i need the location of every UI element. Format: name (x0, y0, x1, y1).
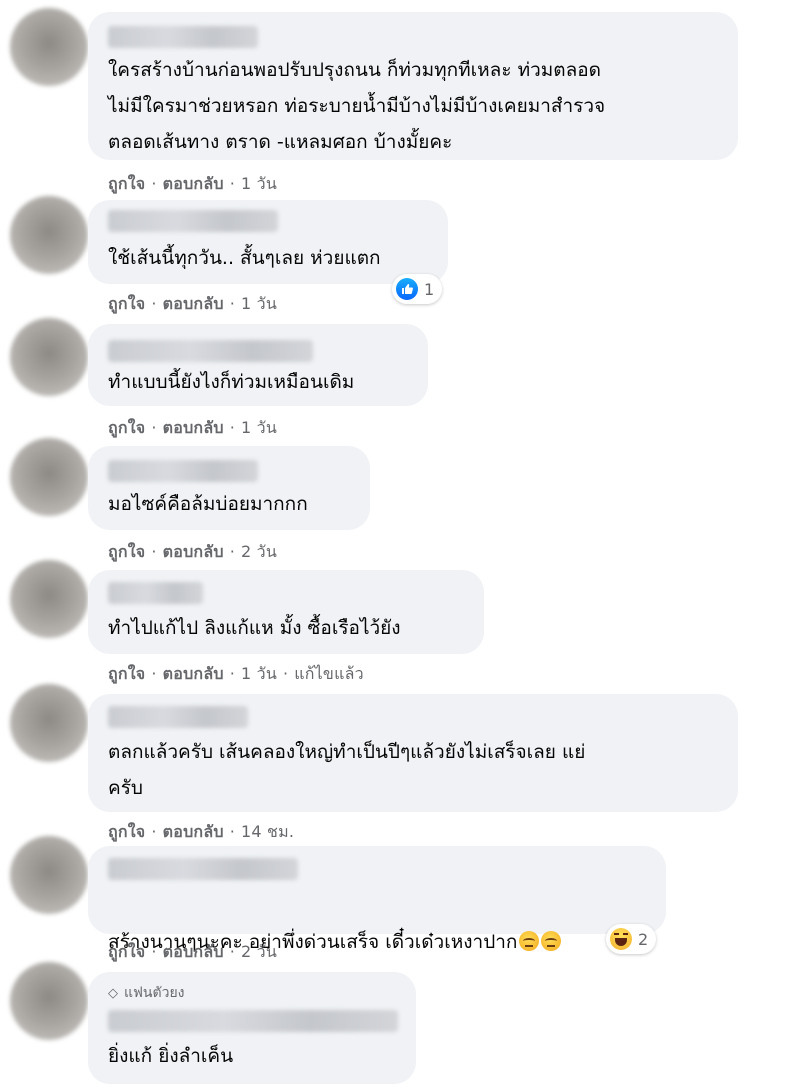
like-button[interactable]: ถูกใจ (108, 664, 145, 683)
comment-bubble: ตลกแล้วครับ เส้นคลองใหญ่ทำเป็นปีๆแล้วยัง… (88, 694, 738, 812)
rolling-eyes-emoji-icon (541, 931, 562, 951)
badge-label: แฟนตัวยง (124, 985, 185, 1001)
reply-button[interactable]: ตอบกลับ (163, 294, 224, 313)
comment-text: ตลกแล้วครับ เส้นคลองใหญ่ทำเป็นปีๆแล้วยัง… (108, 741, 586, 799)
reaction-count: 1 (424, 279, 435, 299)
comment-text: ใครสร้างบ้านก่อนพอปรับปรุงถนน ก็ท่วมทุกท… (108, 59, 606, 153)
comment-actions: ถูกใจ · ตอบกลับ · 2 วัน (108, 542, 277, 561)
comment-actions: ถูกใจ · ตอบกลับ · 1 วัน (108, 174, 277, 193)
avatar[interactable] (10, 438, 88, 516)
like-button[interactable]: ถูกใจ (108, 942, 145, 961)
reaction-summary[interactable]: 1 (392, 274, 443, 304)
comment-actions: ถูกใจ · ตอบกลับ · 1 วัน (108, 294, 277, 313)
haha-icon (610, 928, 632, 950)
reaction-summary[interactable]: 2 (606, 924, 657, 954)
comment-actions: ถูกใจ · ตอบกลับ · 14 ชม. (108, 822, 295, 841)
avatar[interactable] (10, 560, 88, 638)
timestamp[interactable]: 2 วัน (241, 542, 277, 561)
comment-bubble: มอไซค์คือล้มบ่อยมากกก (88, 446, 370, 530)
commenter-name-blurred[interactable] (108, 210, 278, 232)
avatar[interactable] (10, 196, 88, 274)
commenter-name-blurred[interactable] (108, 706, 248, 728)
comment-actions: ถูกใจ · ตอบกลับ · 1 วัน · แก้ไขแล้ว (108, 664, 364, 683)
reply-button[interactable]: ตอบกลับ (163, 418, 224, 437)
comment-actions: ถูกใจ · ตอบกลับ · 1 วัน (108, 418, 277, 437)
timestamp[interactable]: 1 วัน (241, 418, 277, 437)
reply-button[interactable]: ตอบกลับ (163, 174, 224, 193)
rolling-eyes-emoji-icon (519, 931, 540, 951)
edited-label[interactable]: แก้ไขแล้ว (294, 664, 364, 683)
comment-text: ทำแบบนี้ยังไงก็ท่วมเหมือนเดิม (108, 371, 355, 393)
comment-text: มอไซค์คือล้มบ่อยมากกก (108, 493, 308, 515)
reaction-count: 2 (638, 929, 649, 949)
commenter-name-blurred[interactable] (108, 582, 203, 604)
comment-actions: ถูกใจ · ตอบกลับ · 2 วัน (108, 942, 277, 961)
like-button[interactable]: ถูกใจ (108, 174, 145, 193)
avatar[interactable] (10, 318, 88, 396)
reply-button[interactable]: ตอบกลับ (163, 664, 224, 683)
comment-text: ทำไปแก้ไป ลิงแก้แห มั้ง ซื้อเรือไว้ยัง (108, 617, 401, 639)
timestamp[interactable]: 1 วัน (241, 294, 277, 313)
commenter-name-blurred[interactable] (108, 340, 313, 362)
comment-bubble: ใครสร้างบ้านก่อนพอปรับปรุงถนน ก็ท่วมทุกท… (88, 12, 738, 160)
avatar[interactable] (10, 962, 88, 1040)
commenter-name-blurred[interactable] (108, 858, 298, 880)
reply-button[interactable]: ตอบกลับ (163, 542, 224, 561)
comment-text: ยิ่งแก้ ยิ่งลำเค็น (108, 1045, 234, 1067)
avatar[interactable] (10, 8, 88, 86)
top-fan-badge[interactable]: ◇ แฟนตัวยง (108, 982, 185, 1004)
comment-bubble: ใช้เส้นนี้ทุกวัน.. สั้นๆเลย ห่วยแตก (88, 200, 448, 284)
comment-bubble: สร้างนานๆนะคะ อย่าพึ่งด่วนเสร็จ เดี๋วเด๋… (88, 846, 666, 953)
like-button[interactable]: ถูกใจ (108, 822, 145, 841)
timestamp[interactable]: 1 วัน (241, 174, 277, 193)
diamond-icon: ◇ (108, 985, 118, 1001)
timestamp[interactable]: 2 วัน (241, 942, 277, 961)
commenter-name-blurred[interactable] (108, 1010, 398, 1032)
like-button[interactable]: ถูกใจ (108, 542, 145, 561)
reply-button[interactable]: ตอบกลับ (163, 942, 224, 961)
avatar[interactable] (10, 836, 88, 914)
comment-bubble: ◇ แฟนตัวยง ยิ่งแก้ ยิ่งลำเค็น (88, 972, 416, 1084)
timestamp[interactable]: 1 วัน (241, 664, 277, 683)
like-button[interactable]: ถูกใจ (108, 294, 145, 313)
reply-button[interactable]: ตอบกลับ (163, 822, 224, 841)
commenter-name-blurred[interactable] (108, 460, 258, 482)
comment-text: ใช้เส้นนี้ทุกวัน.. สั้นๆเลย ห่วยแตก (108, 247, 381, 269)
avatar[interactable] (10, 684, 88, 762)
comment-bubble: ทำแบบนี้ยังไงก็ท่วมเหมือนเดิม (88, 324, 428, 406)
like-button[interactable]: ถูกใจ (108, 418, 145, 437)
commenter-name-blurred[interactable] (108, 26, 258, 48)
comment-bubble: ทำไปแก้ไป ลิงแก้แห มั้ง ซื้อเรือไว้ยัง (88, 570, 484, 654)
like-icon (396, 278, 418, 300)
timestamp[interactable]: 14 ชม. (241, 822, 294, 841)
